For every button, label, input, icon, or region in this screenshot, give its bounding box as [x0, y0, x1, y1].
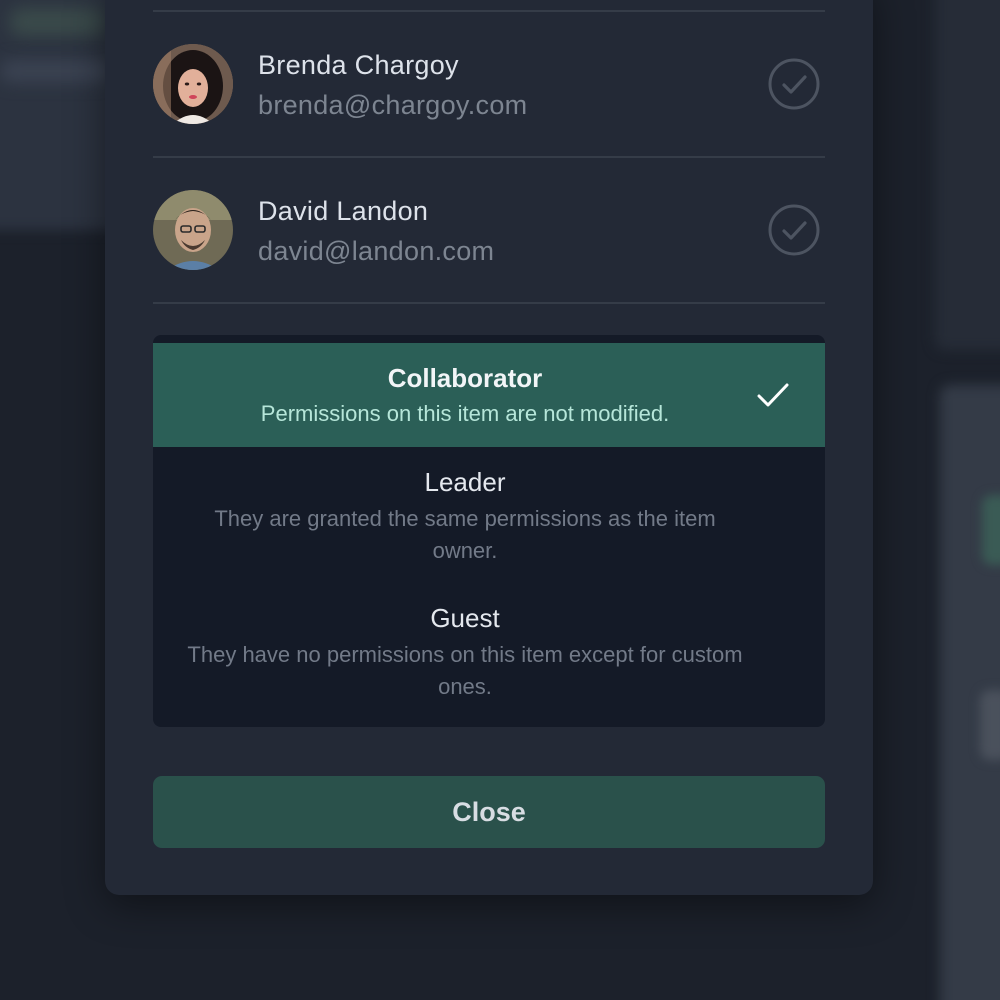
role-title: Collaborator — [387, 363, 543, 393]
divider — [153, 10, 825, 12]
role-description: They are granted the same permissions as… — [214, 506, 716, 563]
avatar — [153, 190, 233, 270]
role-description: They have no permissions on this item ex… — [187, 642, 743, 699]
check-circle-icon[interactable] — [768, 58, 820, 110]
background-panel-right-top — [935, 0, 1000, 350]
background-text-left — [0, 60, 110, 82]
background-box-right — [980, 690, 1000, 760]
role-option-leader[interactable]: Leader They are granted the same permiss… — [153, 447, 825, 583]
avatar — [153, 44, 233, 124]
role-title: Leader — [424, 467, 506, 497]
background-accent-left — [10, 8, 105, 36]
user-row-brenda[interactable]: Brenda Chargoy brenda@chargoy.com — [153, 34, 825, 134]
checkmark-icon — [757, 383, 789, 407]
divider — [153, 156, 825, 158]
share-modal: Brenda Chargoy brenda@chargoy.com David … — [105, 0, 873, 895]
role-dropdown-menu: Collaborator Permissions on this item ar… — [153, 335, 825, 727]
user-name: David Landon — [258, 196, 429, 226]
role-option-guest[interactable]: Guest They have no permissions on this i… — [153, 583, 825, 723]
close-button[interactable]: Close — [153, 776, 825, 848]
role-option-collaborator[interactable]: Collaborator Permissions on this item ar… — [153, 343, 825, 447]
user-email: brenda@chargoy.com — [258, 90, 528, 120]
role-description: Permissions on this item are not modifie… — [260, 401, 670, 426]
role-title: Guest — [430, 603, 500, 633]
check-circle-icon[interactable] — [768, 204, 820, 256]
user-row-david[interactable]: David Landon david@landon.com — [153, 180, 825, 280]
divider — [153, 302, 825, 304]
user-name: Brenda Chargoy — [258, 50, 459, 80]
background-accent-right — [982, 495, 1000, 565]
user-email: david@landon.com — [258, 236, 495, 266]
